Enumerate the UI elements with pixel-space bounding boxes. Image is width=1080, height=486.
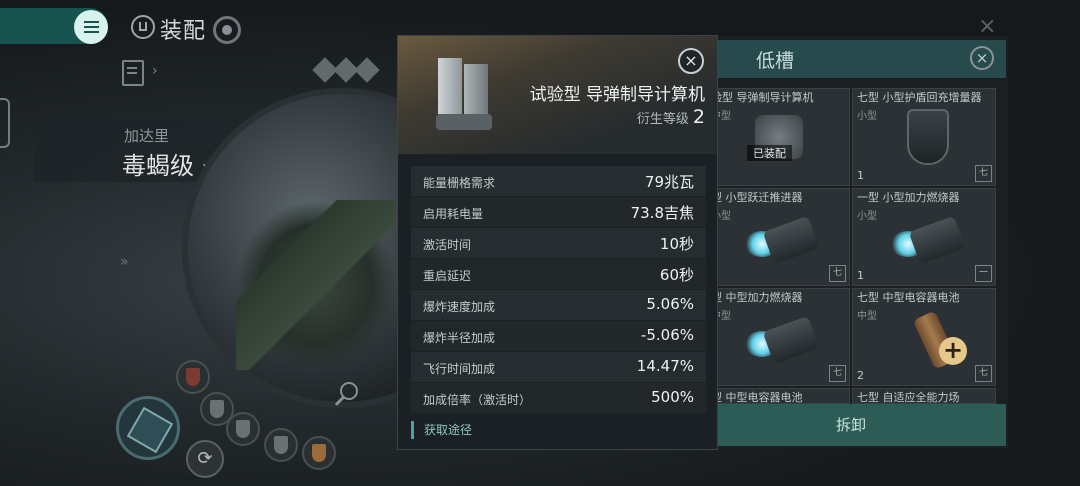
stat-value: 60秒: [659, 266, 694, 284]
ship-class-name: 毒蝎级: [122, 152, 194, 180]
module-slot-icon: [312, 444, 326, 462]
ship-faction: 加达里: [124, 127, 170, 145]
stat-value: 14.47%: [636, 357, 694, 375]
stat-label: 爆炸速度加成: [423, 300, 496, 314]
stat-value: 79兆瓦: [644, 173, 694, 191]
module-card[interactable]: 七型 小型护盾回充增量器 小型 1 七: [852, 88, 996, 186]
stats-table: 能量栅格需求 79兆瓦 启用耗电量 73.8吉焦 激活时间 10秒 重启延迟 60秒 爆…: [411, 166, 706, 414]
stat-label: 爆炸半径加成: [423, 331, 496, 345]
module-size: 小型: [857, 111, 877, 122]
dismantle-label: 拆卸: [836, 416, 867, 434]
stat-row: 爆炸速度加成 5.06%: [411, 290, 706, 321]
page-title: 装配: [160, 19, 207, 44]
fitting-document-icon[interactable]: [122, 60, 144, 86]
module-name: 型 中型电容器电池: [711, 391, 803, 404]
stat-row: 能量栅格需求 79兆瓦: [411, 166, 706, 197]
menu-button[interactable]: [74, 10, 108, 44]
chevron-right-icon: ›: [152, 63, 158, 79]
afterburner-icon: [887, 215, 966, 265]
stat-label: 重启延迟: [423, 269, 472, 283]
stat-value: 73.8吉焦: [630, 204, 694, 222]
popup-close-button[interactable]: ×: [678, 48, 704, 74]
stat-value: 5.06%: [646, 295, 694, 313]
module-slot-icon: [210, 400, 224, 418]
acquisition-link[interactable]: 获取途径: [411, 421, 472, 439]
target-icon[interactable]: [213, 16, 241, 44]
stat-value: 500%: [651, 388, 694, 406]
module-tier-tag: 七: [975, 365, 992, 382]
module-quantity: 1: [857, 269, 864, 282]
module-tier-tag: 一: [975, 265, 992, 282]
module-name: 七型 中型电容器电池: [857, 291, 960, 304]
module-name: 一型 小型加力燃烧器: [857, 191, 960, 204]
ship-model: [236, 200, 396, 370]
microwarpdrive-icon: [741, 215, 820, 265]
module-size: 中型: [857, 311, 877, 322]
stat-value: -5.06%: [640, 326, 694, 344]
slot-high-5[interactable]: [302, 436, 336, 470]
ship-hex-button[interactable]: [116, 396, 180, 460]
stat-row: 飞行时间加成 14.47%: [411, 352, 706, 383]
stat-row: 重启延迟 60秒: [411, 259, 706, 290]
module-tier-tag: 七: [829, 365, 846, 382]
stat-label: 飞行时间加成: [423, 362, 496, 376]
stat-value: 10秒: [659, 235, 694, 253]
module-card[interactable]: 验型 导弹制导计算机 中型 已装配: [706, 88, 850, 186]
module-name: 型 小型跃迁推进器: [711, 191, 803, 204]
add-icon[interactable]: +: [939, 337, 967, 365]
module-quantity: 1: [857, 169, 864, 182]
side-tab-handle[interactable]: [0, 98, 10, 148]
module-title: 试验型 导弹制导计算机: [529, 85, 705, 105]
module-card[interactable]: 型 中型加力燃烧器 中型 七: [706, 288, 850, 386]
stat-label: 启用耗电量: [423, 207, 484, 221]
module-size: 小型: [857, 211, 877, 222]
expand-arrows-icon[interactable]: »: [120, 254, 129, 270]
stat-label: 加成倍率（激活时）: [423, 393, 532, 407]
module-quantity: 2: [857, 369, 864, 382]
stat-label: 能量栅格需求: [423, 176, 496, 190]
stat-row: 启用耗电量 73.8吉焦: [411, 197, 706, 228]
background-close-icon: ×: [978, 14, 997, 39]
meta-level: 衍生等级 2: [637, 106, 705, 128]
hamburger-icon: [83, 18, 99, 36]
slot-high-4[interactable]: [264, 428, 298, 462]
module-card[interactable]: 七型 自适应全能力场: [852, 388, 996, 404]
pilot-helmet-icon: [131, 15, 155, 39]
stat-label: 激活时间: [423, 238, 472, 252]
module-name: 七型 自适应全能力场: [857, 391, 960, 404]
module-slot-icon: [274, 436, 288, 454]
module-card[interactable]: 型 中型电容器电池: [706, 388, 850, 404]
module-name: 验型 导弹制导计算机: [711, 91, 814, 104]
tab-low-slot-label: 低槽: [756, 50, 795, 72]
slot-high-3[interactable]: [226, 412, 260, 446]
meta-level-value: 2: [692, 106, 705, 128]
stat-row: 加成倍率（激活时） 500%: [411, 383, 706, 414]
module-name: 型 中型加力燃烧器: [711, 291, 803, 304]
module-slot-icon: [236, 420, 250, 438]
module-card[interactable]: 型 小型跃迁推进器 小型 七: [706, 188, 850, 286]
stat-row: 激活时间 10秒: [411, 228, 706, 259]
equipped-badge: 已装配: [747, 145, 792, 161]
slot-high-1[interactable]: [176, 360, 210, 394]
guidance-computer-icon: [430, 58, 498, 138]
module-card[interactable]: 七型 中型电容器电池 中型 + 2 七: [852, 288, 996, 386]
module-slot-icon: [186, 368, 200, 386]
swap-icon[interactable]: ⟳: [186, 440, 224, 478]
module-name: 七型 小型护盾回充增量器: [857, 91, 982, 104]
module-card[interactable]: 一型 小型加力燃烧器 小型 1 一: [852, 188, 996, 286]
inventory-close-button[interactable]: ×: [970, 46, 994, 70]
module-tier-tag: 七: [829, 265, 846, 282]
ship-thumbnails[interactable]: [312, 55, 396, 91]
meta-level-label: 衍生等级: [636, 112, 689, 127]
shield-recharger-icon: [907, 109, 949, 165]
module-tier-tag: 七: [975, 165, 992, 182]
afterburner-icon: [741, 315, 820, 365]
stat-row: 爆炸半径加成 -5.06%: [411, 321, 706, 352]
